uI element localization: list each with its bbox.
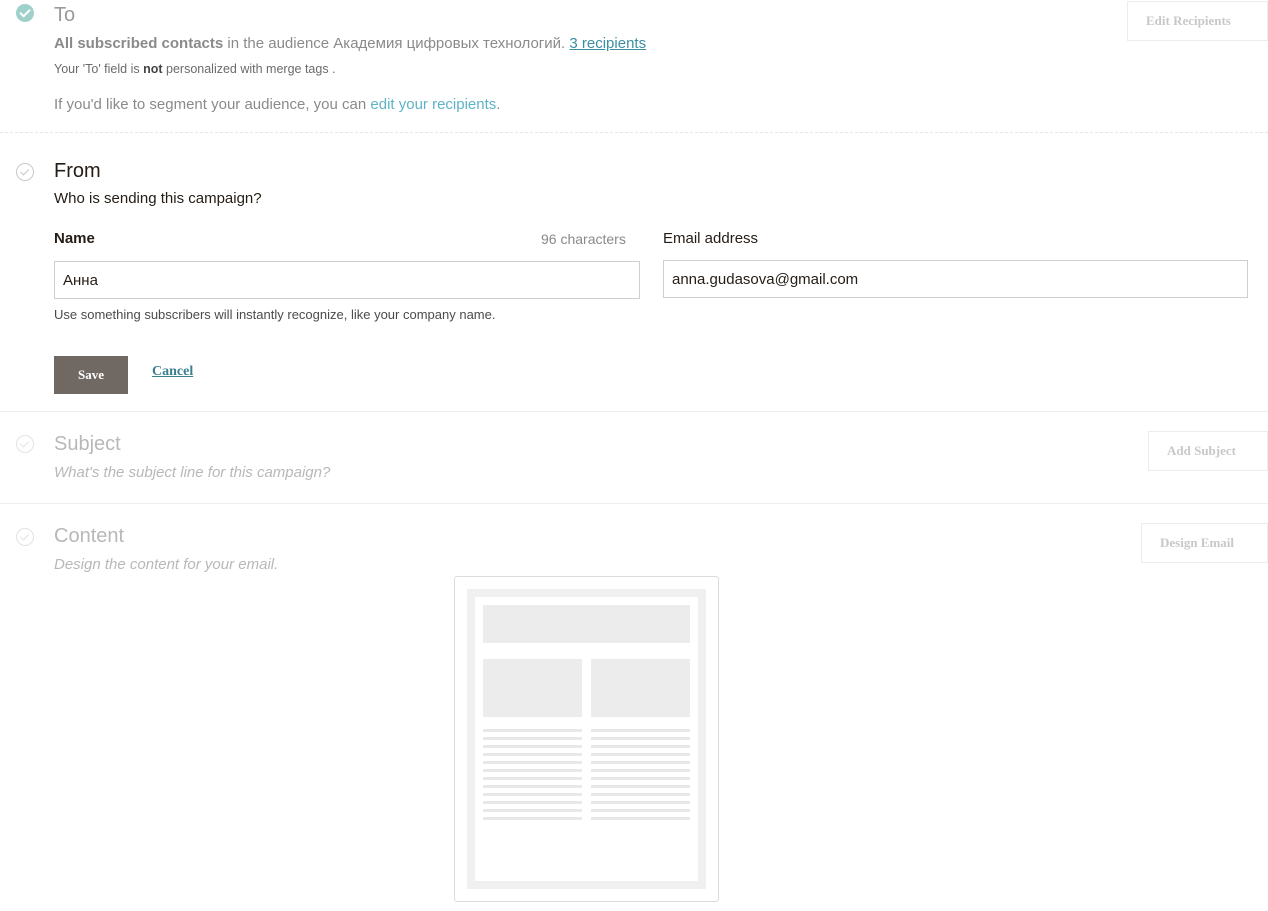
preview-text-line xyxy=(483,769,582,772)
subject-section: Subject What's the subject line for this… xyxy=(0,412,1268,504)
content-subtitle: Design the content for your email. xyxy=(54,556,279,573)
preview-text-line xyxy=(483,745,582,748)
preview-page xyxy=(475,597,698,881)
add-subject-button[interactable]: Add Subject xyxy=(1148,431,1268,471)
from-subtitle: Who is sending this campaign? xyxy=(54,190,262,207)
subject-subtitle: What's the subject line for this campaig… xyxy=(54,464,331,481)
save-button[interactable]: Save xyxy=(54,356,128,394)
check-circle-icon xyxy=(16,163,34,181)
audience-bold: All subscribed contacts xyxy=(54,35,224,52)
preview-text-line xyxy=(591,793,690,796)
merge-bold: not xyxy=(143,62,163,76)
check-circle-icon xyxy=(16,4,34,22)
name-label: Name xyxy=(54,230,95,247)
email-field[interactable] xyxy=(663,260,1248,298)
email-template-preview[interactable] xyxy=(454,576,719,902)
preview-text-line xyxy=(483,809,582,812)
preview-image-block-left xyxy=(483,659,582,717)
preview-text-line xyxy=(591,745,690,748)
preview-text-line xyxy=(591,801,690,804)
segment-line: If you'd like to segment your audience, … xyxy=(54,96,500,113)
preview-text-line xyxy=(591,809,690,812)
preview-text-line xyxy=(591,753,690,756)
preview-text-line xyxy=(483,761,582,764)
preview-text-line xyxy=(483,793,582,796)
to-title: To xyxy=(54,4,76,26)
preview-text-line xyxy=(591,817,690,820)
to-section: To All subscribed contacts in the audien… xyxy=(0,0,1268,133)
name-field[interactable] xyxy=(54,261,640,299)
content-section: Content Design the content for your emai… xyxy=(0,504,1268,911)
preview-text-line xyxy=(483,817,582,820)
preview-text-line xyxy=(483,785,582,788)
preview-frame xyxy=(467,589,706,889)
preview-text-line xyxy=(591,737,690,740)
merge-suffix: personalized with merge tags . xyxy=(162,62,336,76)
segment-end: . xyxy=(496,96,501,113)
subject-title: Subject xyxy=(54,433,121,455)
preview-text-line xyxy=(483,737,582,740)
preview-text-line xyxy=(591,769,690,772)
from-section: From Who is sending this campaign? Name … xyxy=(0,134,1268,412)
preview-image-block-right xyxy=(591,659,690,717)
edit-recipients-button[interactable]: Edit Recipients xyxy=(1127,1,1268,41)
content-title: Content xyxy=(54,525,125,547)
segment-text: If you'd like to segment your audience, … xyxy=(54,96,371,113)
name-char-count: 96 characters xyxy=(541,231,626,247)
check-circle-icon xyxy=(16,528,34,546)
preview-text-line xyxy=(483,753,582,756)
check-circle-icon xyxy=(16,435,34,453)
design-email-button[interactable]: Design Email xyxy=(1141,523,1268,563)
merge-tags-note: Your 'To' field is not personalized with… xyxy=(54,62,336,76)
email-label: Email address xyxy=(663,230,759,247)
audience-text: in the audience Академия цифровых технол… xyxy=(223,35,570,52)
preview-header-block xyxy=(483,605,690,643)
preview-text-line xyxy=(591,777,690,780)
preview-text-line xyxy=(591,761,690,764)
merge-prefix: Your 'To' field is xyxy=(54,62,144,76)
to-audience-line: All subscribed contacts in the audience … xyxy=(54,35,646,52)
preview-text-line xyxy=(591,729,690,732)
cancel-link[interactable]: Cancel xyxy=(152,364,193,380)
preview-text-line xyxy=(483,801,582,804)
recipients-link[interactable]: 3 recipients xyxy=(569,35,646,52)
edit-recipients-link[interactable]: edit your recipients xyxy=(370,96,496,113)
preview-text-line xyxy=(591,785,690,788)
name-hint: Use something subscribers will instantly… xyxy=(54,307,496,322)
from-title: From xyxy=(54,160,101,182)
preview-text-line xyxy=(483,777,582,780)
preview-text-line xyxy=(483,729,582,732)
